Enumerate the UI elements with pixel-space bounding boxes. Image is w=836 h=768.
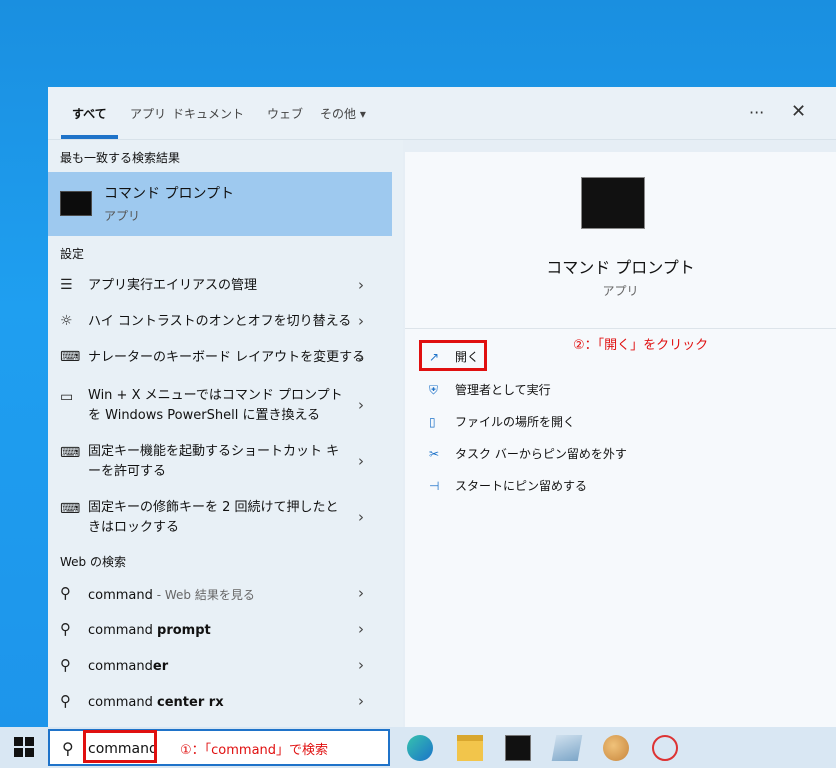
narrator-keyboard-icon: ⌨ — [60, 349, 81, 365]
divider — [405, 328, 836, 329]
close-icon[interactable]: ✕ — [791, 101, 806, 122]
command-prompt-icon — [60, 191, 92, 216]
action-pin-start[interactable]: ⊣ スタートにピン留めする — [429, 477, 587, 494]
paint-icon[interactable] — [603, 735, 629, 761]
highlight-open — [419, 340, 487, 371]
tab-all[interactable]: すべて — [72, 105, 107, 122]
settings-item[interactable]: ⌨ 固定キー機能を起動するショートカット キーを許可する › — [48, 440, 392, 484]
windows-start-icon[interactable] — [14, 737, 34, 757]
chevron-right-icon: › — [358, 276, 364, 294]
keyboard-icon: ⌨ — [60, 445, 81, 461]
tab-documents[interactable]: ドキュメント — [172, 105, 244, 122]
web-suggestion: er — [152, 659, 169, 674]
web-suggestion: center rx — [157, 695, 224, 710]
action-label: タスク バーからピン留めを外す — [455, 447, 627, 461]
notepad-icon[interactable] — [551, 735, 583, 761]
search-icon: ⚲ — [60, 584, 71, 602]
unpin-icon: ✂ — [429, 447, 440, 461]
chevron-right-icon: › — [358, 452, 364, 470]
settings-item[interactable]: ⌨ 固定キーの修飾キーを 2 回続けて押したときはロックする › — [48, 496, 392, 540]
tab-bar: すべて アプリ ドキュメント ウェブ その他 ▾ ··· ✕ — [48, 87, 836, 140]
file-explorer-icon[interactable] — [457, 735, 483, 761]
action-label: 管理者として実行 — [455, 383, 551, 397]
best-match-item[interactable]: コマンド プロンプト アプリ — [48, 172, 392, 236]
keyboard-icon: ⌨ — [60, 501, 81, 517]
settings-heading: 設定 — [60, 247, 85, 261]
web-query: command — [88, 623, 158, 638]
annotation-step2: ②：「開く」をクリック — [573, 338, 709, 353]
window-icon: ▭ — [60, 389, 74, 405]
settings-item-label: 固定キー機能を起動するショートカット キーを許可する — [88, 444, 340, 479]
web-result-text: commander — [88, 657, 368, 677]
action-label: ファイルの場所を開く — [455, 415, 576, 429]
chevron-right-icon: › — [358, 348, 364, 366]
file-location-icon: ▯ — [429, 415, 436, 429]
web-query: command — [88, 695, 158, 710]
settings-item-label: ナレーターのキーボード レイアウトを変更する — [88, 350, 366, 365]
chevron-right-icon: › — [358, 508, 364, 526]
search-icon: ⚲ — [60, 656, 71, 674]
best-match-subtitle: アプリ — [104, 209, 141, 223]
chevron-right-icon: › — [358, 584, 364, 602]
chevron-right-icon: › — [358, 620, 364, 638]
settings-item-label: ハイ コントラストのオンとオフを切り替える — [88, 314, 352, 329]
web-search-heading: Web の検索 — [60, 555, 126, 569]
detail-subtitle: アプリ — [602, 284, 639, 298]
taskbar: ⚲ command ①：「command」で検索 — [0, 727, 836, 768]
command-prompt-large-icon — [581, 177, 645, 229]
action-unpin-taskbar[interactable]: ✂ タスク バーからピン留めを外す — [429, 445, 627, 462]
command-prompt-taskbar-icon[interactable] — [505, 735, 531, 761]
web-result-text: command prompt — [88, 621, 368, 641]
best-match-heading: 最も一致する検索結果 — [60, 151, 181, 165]
settings-item-label: 固定キーの修飾キーを 2 回続けて押したときはロックする — [88, 500, 339, 535]
web-result-item[interactable]: ⚲ command - Web 結果を見る › — [48, 580, 392, 610]
web-result-text: command - Web 結果を見る — [88, 585, 368, 606]
web-result-text: command center rx — [88, 693, 368, 713]
results-list: 最も一致する検索結果 コマンド プロンプト アプリ 設定 ☰ アプリ実行エイリア… — [48, 140, 403, 727]
chevron-right-icon: › — [358, 692, 364, 710]
settings-item[interactable]: ▭ Win + X メニューではコマンド プロンプトを Windows Powe… — [48, 384, 392, 428]
more-options-icon[interactable]: ··· — [749, 103, 764, 122]
web-result-item[interactable]: ⚲ commander › — [48, 652, 392, 682]
brightness-icon: ☼ — [60, 313, 73, 329]
settings-item-label: Win + X メニューではコマンド プロンプトを Windows PowerS… — [88, 388, 343, 423]
tab-more[interactable]: その他 ▾ — [320, 105, 366, 122]
web-suggestion: prompt — [157, 623, 211, 638]
settings-item[interactable]: ☰ アプリ実行エイリアスの管理 › — [48, 272, 392, 302]
admin-shield-icon: ⛨ — [429, 383, 439, 397]
snipping-tool-icon[interactable] — [652, 735, 678, 761]
search-icon: ⚲ — [60, 620, 71, 638]
action-run-as-admin[interactable]: ⛨ 管理者として実行 — [429, 381, 551, 398]
action-open-file-location[interactable]: ▯ ファイルの場所を開く — [429, 413, 575, 430]
chevron-right-icon: › — [358, 656, 364, 674]
active-tab-indicator — [61, 135, 118, 139]
settings-item[interactable]: ⌨ ナレーターのキーボード レイアウトを変更する › — [48, 344, 392, 374]
web-result-hint: - Web 結果を見る — [152, 588, 255, 602]
best-match-title: コマンド プロンプト — [104, 186, 235, 202]
pin-icon: ⊣ — [429, 479, 440, 493]
edge-icon[interactable] — [407, 735, 433, 761]
tab-apps[interactable]: アプリ — [130, 105, 166, 122]
web-query: command — [88, 588, 153, 603]
action-label: スタートにピン留めする — [455, 479, 588, 493]
detail-title: コマンド プロンプト — [546, 258, 695, 277]
chevron-right-icon: › — [358, 396, 364, 414]
web-result-item[interactable]: ⚲ command prompt › — [48, 616, 392, 646]
settings-item[interactable]: ☼ ハイ コントラストのオンとオフを切り替える › — [48, 308, 392, 338]
settings-item-label: アプリ実行エイリアスの管理 — [88, 278, 258, 293]
tab-web[interactable]: ウェブ — [267, 105, 303, 122]
chevron-right-icon: › — [358, 312, 364, 330]
search-panel: すべて アプリ ドキュメント ウェブ その他 ▾ ··· ✕ 最も一致する検索結… — [48, 87, 836, 727]
annotation-step1: ①：「command」で検索 — [180, 743, 329, 758]
web-query: command — [88, 659, 153, 674]
search-icon: ⚲ — [60, 692, 71, 710]
detail-pane: コマンド プロンプト アプリ ②：「開く」をクリック ↗ 開く ⛨ 管理者として実行… — [405, 152, 836, 727]
web-result-item[interactable]: ⚲ command center rx › — [48, 688, 392, 718]
search-icon: ⚲ — [62, 739, 74, 758]
list-icon: ☰ — [60, 277, 73, 293]
highlight-search-text — [83, 730, 157, 763]
